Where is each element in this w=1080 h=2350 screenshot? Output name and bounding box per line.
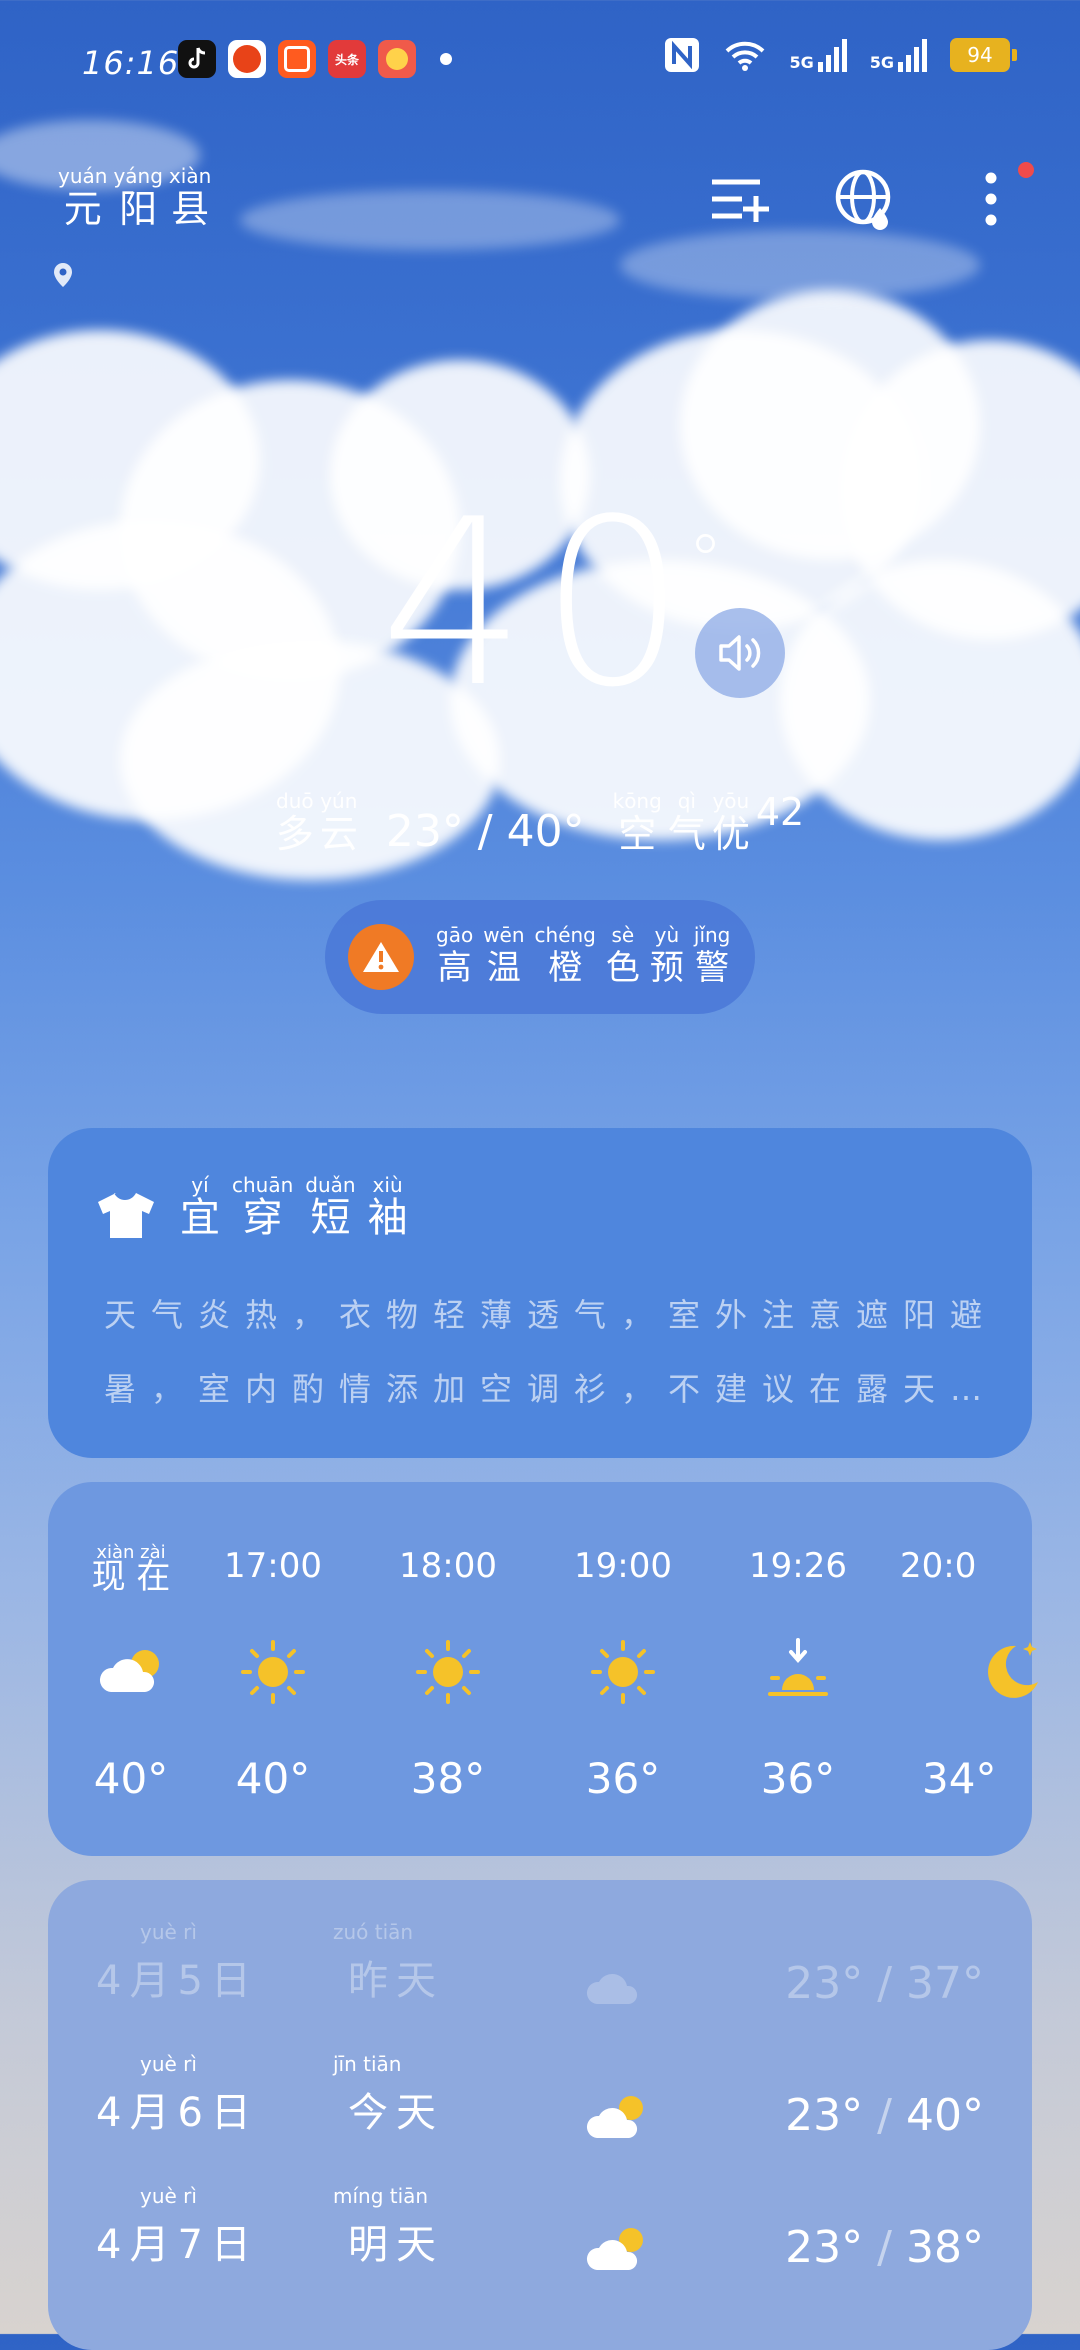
signal-icon-2: 5G (870, 38, 928, 72)
degree-symbol: ° (688, 520, 723, 602)
kuaishou-icon (278, 40, 316, 78)
toutiao-icon: 头条 (328, 40, 366, 78)
dressing-description: 天气炎热，衣物轻薄透气，室外注意遮阳避 暑，室内酌情添加空调衫，不建议在露天… (104, 1268, 984, 1442)
voice-broadcast-button[interactable] (695, 608, 785, 698)
heat-alert-button[interactable]: gāo 高 wēn 温 chéng 橙 sè 色 yù 预 jǐng 警 (325, 900, 755, 1014)
hour-item: 19:00 (574, 1546, 672, 1586)
hour-item: xiàn zài 现 在 (91, 1542, 171, 1597)
global-weather-button[interactable] (834, 168, 896, 230)
day-row-tomorrow[interactable]: yuè rì 4月7日 míng tiān 明天 23° / 38° (48, 2184, 1032, 2284)
hour-temp: 40° (235, 1754, 311, 1803)
game-app-icon (378, 40, 416, 78)
weather-summary: duō 多 yún 云 23° / 40° kōng 空 qì 气 yōu 优 42 (0, 790, 1080, 856)
day-name: 今天 (348, 2090, 444, 2136)
hourly-forecast-card[interactable]: xiàn zài 现 在 17:00 18:00 19:00 19:26 20:… (48, 1482, 1038, 1856)
partly-cloudy-icon (586, 2228, 643, 2270)
day-temp-range: 23° / 37° (785, 1958, 984, 2009)
add-city-button[interactable] (708, 168, 770, 230)
status-bar: 16:16 头条 5G 5G 94 (0, 0, 1080, 120)
globe-icon (835, 169, 891, 230)
city-name[interactable]: yuán 元 yáng 阳 xiàn 县 (58, 165, 211, 231)
hour-item: 19:26 (749, 1546, 847, 1586)
hour-temp: 34° (922, 1754, 997, 1803)
daily-forecast-card[interactable]: yuè rì 4月5日 zuó tiān 昨天 23° / 37° yuè rì… (48, 1880, 1032, 2350)
partly-cloudy-icon (586, 2096, 643, 2138)
hour-temp: 36° (760, 1754, 836, 1803)
air-quality[interactable]: kōng 空 qì 气 yōu 优 42 (613, 790, 805, 856)
sunset-icon (768, 1638, 828, 1696)
add-list-icon (712, 179, 769, 222)
aqi-value: 42 (755, 790, 805, 834)
sun-icon (416, 1640, 480, 1704)
moon-icon (988, 1642, 1038, 1698)
day-date: 4月7日 (96, 2222, 259, 2268)
nfc-icon (665, 38, 700, 72)
day-temp-range: 23° / 40° (785, 2090, 984, 2141)
tiktok-icon (178, 40, 216, 78)
hour-temp: 38° (410, 1754, 486, 1803)
shirt-icon (98, 1193, 154, 1238)
day-temp-range: 23° / 38° (785, 2222, 984, 2273)
speaker-icon (719, 635, 761, 671)
hour-item: 17:00 (224, 1546, 322, 1586)
sun-icon (241, 1640, 305, 1704)
day-date: 4月6日 (96, 2090, 259, 2136)
day-row-today[interactable]: yuè rì 4月6日 jīn tiān 今天 23° / 40° (48, 2052, 1032, 2152)
battery-icon: 94 (950, 38, 1017, 72)
dressing-desc-line-2: 暑，室内酌情添加空调衫，不建议在露天… (104, 1370, 998, 1408)
cloud-icon (586, 1973, 638, 2004)
day-date: 4月5日 (96, 1958, 259, 2004)
notification-red-dot (1018, 162, 1034, 178)
day-row-yesterday[interactable]: yuè rì 4月5日 zuó tiān 昨天 23° / 37° (48, 1920, 1032, 2020)
signal-icon-1: 5G (789, 38, 847, 72)
hour-temp: 36° (585, 1754, 661, 1803)
dressing-desc-line-1: 天气炎热，衣物轻薄透气，室外注意遮阳避 (104, 1296, 998, 1334)
location-pin-icon (54, 263, 72, 287)
dressing-advice-card[interactable]: yí 宜 chuān 穿 duǎn 短 xiù 袖 天气炎热，衣物轻薄透气，室外注意遮阳… (48, 1128, 1032, 1458)
temperature-range: 23° / 40° (385, 806, 585, 857)
notification-app-icons: 头条 (178, 40, 452, 78)
hour-item: 18:00 (399, 1546, 497, 1586)
hour-item: 20:0 (900, 1546, 977, 1586)
condition-text: duō 多 yún 云 (275, 789, 358, 856)
wifi-icon (726, 41, 765, 71)
partly-cloudy-icon (99, 1650, 159, 1692)
day-name: 昨天 (348, 1958, 444, 2004)
more-vertical-icon (985, 172, 997, 226)
system-icons: 5G 5G 94 (663, 36, 1017, 74)
day-name: 明天 (348, 2222, 444, 2268)
status-time: 16:16 (82, 44, 180, 82)
warning-icon (348, 924, 414, 990)
more-notifications-dot (440, 53, 452, 65)
more-options-button[interactable] (960, 162, 1034, 230)
header-actions (708, 162, 1034, 230)
app-icon-orange (228, 40, 266, 78)
sun-icon (591, 1640, 655, 1704)
hour-temp: 40° (93, 1754, 169, 1803)
current-temperature: 40 (379, 471, 701, 738)
